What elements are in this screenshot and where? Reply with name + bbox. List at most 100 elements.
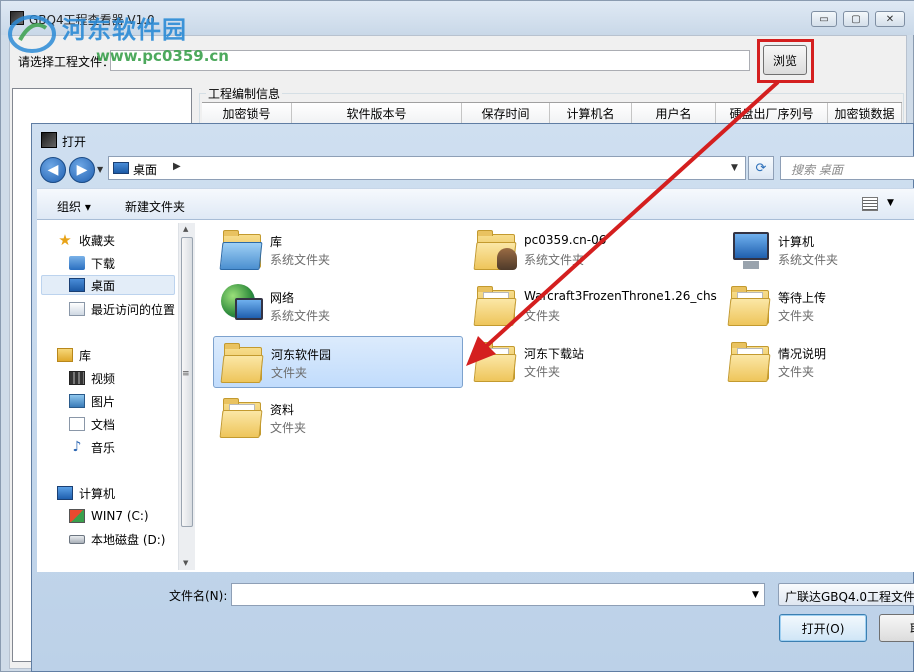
address-bar[interactable]: 桌面 ▶ ▼ — [108, 156, 746, 180]
file-item[interactable]: 计算机 系统文件夹 — [721, 224, 914, 276]
file-item[interactable]: 网络 系统文件夹 — [213, 280, 463, 332]
file-name: Warcraft3FrozenThrone1.26_chs — [524, 289, 717, 303]
file-item[interactable]: 等待上传 文件夹 — [721, 280, 914, 332]
file-type: 系统文件夹 — [270, 253, 331, 267]
filename-input[interactable]: ▼ — [231, 583, 765, 606]
file-name: 情况说明 — [778, 347, 827, 361]
address-breadcrumb[interactable]: 桌面 — [133, 161, 157, 178]
navigation-pane: ★ 收藏夹 下载 桌面 最近访问的位置 库 视频 图片 文档 ♪ 音乐 计算机 … — [37, 220, 177, 572]
file-name: pc0359.cn-06 — [524, 233, 607, 247]
library-icon — [219, 226, 267, 274]
file-name: 河东下载站 — [524, 347, 585, 361]
file-name: 计算机 — [778, 235, 815, 249]
nav-item-music[interactable]: ♪ 音乐 — [69, 437, 115, 457]
recent-locations-chevron-icon[interactable]: ▼ — [97, 165, 103, 174]
column-header[interactable]: 加密锁数据 — [828, 103, 902, 123]
file-item[interactable]: Warcraft3FrozenThrone1.26_chs 文件夹 — [467, 280, 717, 332]
cancel-button[interactable]: 取消 — [879, 614, 914, 642]
filetype-select[interactable]: 广联达GBQ4.0工程文件 — [778, 583, 914, 606]
search-input[interactable]: 搜索 桌面 — [780, 156, 914, 180]
file-item[interactable]: 库 系统文件夹 — [213, 224, 463, 276]
view-options-icon[interactable] — [862, 197, 878, 211]
network-icon — [219, 282, 267, 330]
nav-scrollbar[interactable]: ▲ ≡ ▼ — [178, 223, 195, 570]
file-item[interactable]: 情况说明 文件夹 — [721, 336, 914, 388]
view-dropdown-icon[interactable]: ▼ — [887, 198, 894, 208]
file-item[interactable]: 河东下载站 文件夹 — [467, 336, 717, 388]
music-note-icon: ♪ — [72, 439, 82, 455]
breadcrumb-chevron-icon[interactable]: ▶ — [173, 161, 181, 172]
scroll-down-icon[interactable]: ▼ — [183, 559, 188, 567]
file-type: 文件夹 — [271, 366, 308, 380]
nav-item-label: WIN7 (C:) — [91, 509, 149, 523]
file-type: 文件夹 — [270, 421, 307, 435]
nav-item-label: 收藏夹 — [79, 233, 116, 248]
nav-item-label: 下载 — [91, 256, 116, 271]
nav-item-label: 视频 — [91, 371, 116, 386]
column-header[interactable]: 加密锁号 — [202, 103, 292, 123]
scroll-up-icon[interactable]: ▲ — [183, 225, 188, 233]
watermark-title: 河东软件园 — [62, 16, 187, 44]
nav-item-videos[interactable]: 视频 — [69, 368, 115, 388]
refresh-icon[interactable]: ⟳ — [748, 156, 774, 180]
nav-item-libraries[interactable]: 库 — [57, 345, 91, 365]
nav-item-drive-c[interactable]: WIN7 (C:) — [69, 506, 149, 526]
file-type: 文件夹 — [524, 365, 561, 379]
filename-label: 文件名(N): — [169, 589, 228, 603]
scrollbar-thumb[interactable] — [181, 237, 193, 527]
filename-dropdown-icon[interactable]: ▼ — [752, 590, 759, 600]
dialog-title: 打开 — [62, 135, 87, 149]
file-type: 文件夹 — [778, 309, 815, 323]
file-type: 文件夹 — [524, 309, 561, 323]
folder-icon — [727, 282, 775, 330]
file-type: 系统文件夹 — [524, 253, 585, 267]
recent-places-icon — [69, 302, 85, 316]
new-folder-button[interactable]: 新建文件夹 — [125, 198, 185, 215]
organize-menu[interactable]: 组织 ▾ — [57, 198, 91, 215]
project-info-group-label: 工程编制信息 — [206, 85, 283, 102]
column-header[interactable]: 硬盘出厂序列号 — [716, 103, 828, 123]
column-header[interactable]: 用户名 — [632, 103, 716, 123]
column-header[interactable]: 保存时间 — [462, 103, 550, 123]
nav-item-desktop[interactable]: 桌面 — [41, 275, 175, 295]
open-button[interactable]: 打开(O) — [779, 614, 867, 642]
file-name: 等待上传 — [778, 291, 827, 305]
nav-item-documents[interactable]: 文档 — [69, 414, 115, 434]
minimize-button[interactable]: ▭ — [811, 11, 837, 27]
back-arrow-icon[interactable]: ◀ — [40, 157, 66, 183]
nav-item-downloads[interactable]: 下载 — [69, 253, 115, 273]
close-button[interactable]: ✕ — [875, 11, 905, 27]
folder-icon — [220, 339, 268, 387]
nav-item-computer[interactable]: 计算机 — [57, 483, 115, 503]
address-dropdown-icon[interactable]: ▼ — [731, 163, 738, 173]
column-header[interactable]: 软件版本号 — [292, 103, 462, 123]
watermark-url: www.pc0359.cn — [96, 47, 229, 65]
filetype-value: 广联达GBQ4.0工程文件 — [785, 590, 914, 604]
system-drive-icon — [69, 509, 85, 523]
nav-item-label: 最近访问的位置 — [91, 302, 176, 317]
file-item[interactable]: pc0359.cn-06 系统文件夹 — [467, 224, 717, 276]
scroll-grip-icon: ≡ — [182, 369, 190, 379]
nav-item-pictures[interactable]: 图片 — [69, 391, 115, 411]
file-list: 库 系统文件夹 pc0359.cn-06 系统文件夹 计算机 系统文件夹 网络 … — [197, 220, 914, 572]
maximize-button[interactable]: ▢ — [843, 11, 869, 27]
file-item-selected[interactable]: 河东软件园 文件夹 — [213, 336, 463, 388]
nav-item-label: 本地磁盘 (D:) — [91, 532, 166, 547]
dialog-app-icon — [41, 132, 57, 148]
nav-item-label: 桌面 — [91, 278, 116, 293]
download-icon — [69, 256, 85, 270]
search-placeholder: 搜索 桌面 — [791, 163, 843, 177]
file-name: 网络 — [270, 291, 295, 305]
nav-item-favorites[interactable]: ★ 收藏夹 — [57, 230, 115, 250]
video-icon — [69, 371, 85, 385]
file-item[interactable]: 资料 文件夹 — [213, 392, 463, 444]
file-type: 系统文件夹 — [270, 309, 331, 323]
column-header[interactable]: 计算机名 — [550, 103, 632, 123]
nav-item-recent[interactable]: 最近访问的位置 — [69, 299, 175, 319]
folder-icon — [473, 282, 521, 330]
nav-item-label: 音乐 — [91, 440, 116, 455]
folder-icon — [727, 338, 775, 386]
forward-arrow-icon[interactable]: ▶ — [69, 157, 95, 183]
nav-item-drive-d[interactable]: 本地磁盘 (D:) — [69, 529, 165, 549]
computer-icon — [57, 486, 73, 500]
